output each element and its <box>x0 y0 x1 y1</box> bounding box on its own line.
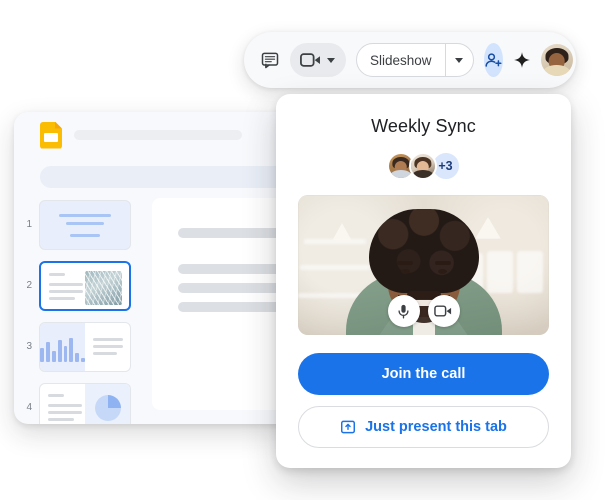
filmstrip-item-3[interactable]: 3 <box>22 322 150 372</box>
present-to-tab-icon <box>341 420 356 434</box>
pie-chart-thumb <box>85 384 130 424</box>
chevron-down-icon <box>327 57 335 63</box>
join-the-call-button[interactable]: Join the call <box>298 353 549 395</box>
slide-thumbnail[interactable] <box>39 322 131 372</box>
camera-icon <box>300 53 320 67</box>
add-person-icon <box>485 52 502 67</box>
video-preview-controls <box>387 295 460 327</box>
camera-dropdown-button[interactable] <box>290 43 346 77</box>
filmstrip-item-2[interactable]: 2 <box>22 261 150 311</box>
slide-filmstrip[interactable]: 1 2 3 4 <box>14 198 150 424</box>
participant-2-avatar <box>408 152 437 180</box>
participant-avatars: +3 <box>298 151 549 181</box>
self-video-preview[interactable] <box>298 195 549 335</box>
google-slides-icon <box>40 121 62 149</box>
bar-chart-thumb <box>40 323 85 371</box>
sparkle-icon[interactable] <box>513 51 531 69</box>
filmstrip-item-4[interactable]: 4 <box>22 383 150 424</box>
user-avatar[interactable] <box>540 44 573 76</box>
slide-thumbnail[interactable] <box>39 200 131 250</box>
slide-thumbnail-selected[interactable] <box>39 261 131 311</box>
add-person-button[interactable] <box>483 43 503 77</box>
slide-number: 1 <box>26 219 32 230</box>
present-button-label: Just present this tab <box>365 419 507 435</box>
slide-number: 2 <box>26 280 32 291</box>
slide-image-thumb <box>84 271 122 305</box>
camera-toggle-button[interactable] <box>427 295 460 327</box>
filmstrip-item-1[interactable]: 1 <box>22 200 150 250</box>
meeting-title: Weekly Sync <box>371 116 476 136</box>
just-present-this-tab-button[interactable]: Just present this tab <box>298 406 549 448</box>
slideshow-label: Slideshow <box>370 52 432 68</box>
screenshot-stage: 1 2 3 4 Slideshow Weekly Sync +3 Join th… <box>0 0 608 500</box>
slide-number: 4 <box>26 402 32 413</box>
slideshow-button[interactable]: Slideshow <box>356 43 474 77</box>
document-title-placeholder <box>74 130 242 140</box>
meet-toolbar: Slideshow <box>244 32 576 88</box>
slide-number: 3 <box>26 341 32 352</box>
slide-thumbnail[interactable] <box>39 383 131 424</box>
microphone-icon <box>398 304 409 319</box>
chat-bubble-icon[interactable] <box>260 43 280 77</box>
slideshow-chevron-down-icon[interactable] <box>444 44 473 76</box>
microphone-toggle-button[interactable] <box>387 295 420 327</box>
camera-icon <box>434 305 452 317</box>
join-call-card: Weekly Sync +3 Join the call Just presen… <box>276 94 571 468</box>
